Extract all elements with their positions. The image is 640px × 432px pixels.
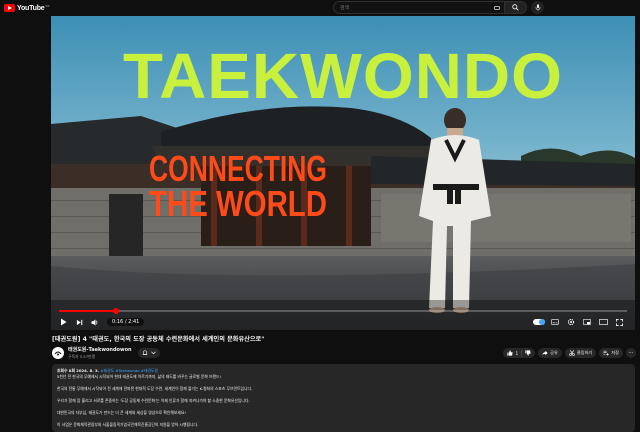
youtube-logo-icon xyxy=(4,4,15,12)
volume-button[interactable] xyxy=(89,316,101,328)
search-box[interactable] xyxy=(333,1,505,14)
divider xyxy=(521,349,523,357)
autoplay-toggle[interactable] xyxy=(533,319,545,325)
fullscreen-icon xyxy=(615,318,623,326)
channel-name[interactable]: 태권도원-Taekwondowon xyxy=(68,346,132,353)
settings-button[interactable] xyxy=(565,316,577,328)
play-button[interactable] xyxy=(57,316,69,328)
progress-bar[interactable] xyxy=(59,308,627,314)
bell-icon xyxy=(142,350,147,355)
progress-fill xyxy=(59,310,116,312)
channel-row: 태권도원-Taekwondowon 구독자 3.57만명 1 공유 클립하기 저… xyxy=(52,345,636,361)
like-dislike-group: 1 xyxy=(503,348,536,358)
search-icon xyxy=(512,4,519,11)
like-count: 1 xyxy=(515,350,519,356)
video-frame: TAEKWONDO CONNECTING THE WORLD xyxy=(51,16,635,330)
save-label: 저장 xyxy=(611,350,619,355)
channel-info: 태권도원-Taekwondowon 구독자 3.57만명 xyxy=(68,346,132,360)
play-icon xyxy=(60,318,66,326)
description-box[interactable]: 조회수 8회 2024. 8. 3. #태권도 #Taekwondo #태권도원… xyxy=(52,364,635,432)
overlay-title: TAEKWONDO xyxy=(123,40,563,112)
gear-icon xyxy=(567,318,575,326)
video-title: [태권도원] 4 "태권도, 한국의 도장 공동체 수련문화에서 세계인의 문화… xyxy=(52,336,265,343)
subscriber-count: 구독자 3.57만명 xyxy=(68,354,96,359)
video-actions: 1 공유 클립하기 저장 ⋯ xyxy=(500,348,636,358)
sidebar-collapsed xyxy=(0,16,50,432)
miniplayer-icon xyxy=(583,319,591,325)
channel-avatar[interactable] xyxy=(52,347,64,359)
more-actions-button[interactable]: ⋯ xyxy=(626,348,636,358)
overlay-subtitle-line2: THE WORLD xyxy=(149,183,327,224)
subtitles-icon xyxy=(551,319,559,325)
player-controls: 0:16 / 2:41 xyxy=(51,314,635,330)
search-bar xyxy=(333,1,544,14)
subtitles-button[interactable] xyxy=(549,316,561,328)
next-button[interactable] xyxy=(73,316,85,328)
logo-text: YouTube xyxy=(17,4,45,12)
video-player[interactable]: TAEKWONDO CONNECTING THE WORLD 0:16 / 2:… xyxy=(51,16,635,330)
time-display: 0:16 / 2:41 xyxy=(107,318,145,326)
save-button[interactable]: 저장 xyxy=(599,348,623,358)
volume-icon xyxy=(91,318,98,326)
description-line-5: 이 사업은 문화체육관광부와 서울올림픽기념국민체육진흥공단의 지원을 받아 시… xyxy=(57,422,199,427)
youtube-logo[interactable]: YouTube KR xyxy=(4,2,50,14)
clip-button[interactable]: 클립하기 xyxy=(564,348,597,358)
search-input[interactable] xyxy=(340,4,490,11)
thumbs-up-icon[interactable] xyxy=(507,350,514,356)
scissors-icon xyxy=(569,350,575,356)
theater-icon xyxy=(598,319,608,325)
hashtags[interactable]: #태권도 #Taekwondo #태권도원 xyxy=(100,368,158,373)
voice-search-button[interactable] xyxy=(531,1,544,14)
fullscreen-button[interactable] xyxy=(613,316,625,328)
theater-mode-button[interactable] xyxy=(597,316,609,328)
keyboard-icon[interactable] xyxy=(494,6,500,10)
clip-label: 클립하기 xyxy=(576,350,593,355)
channel-logo-icon xyxy=(53,348,63,358)
chevron-down-icon xyxy=(150,351,156,355)
thumbs-down-icon[interactable] xyxy=(525,350,531,356)
top-bar: YouTube KR xyxy=(0,0,640,16)
more-icon: ⋯ xyxy=(628,350,634,356)
share-icon xyxy=(542,350,548,356)
skip-next-icon xyxy=(76,319,82,325)
search-button[interactable] xyxy=(505,1,527,14)
mic-icon xyxy=(535,4,540,11)
subscribed-button[interactable] xyxy=(137,348,160,358)
miniplayer-button[interactable] xyxy=(581,316,593,328)
view-count-date: 조회수 8회 2024. 8. 3. xyxy=(57,368,100,373)
region-code: KR xyxy=(45,3,50,8)
share-button[interactable]: 공유 xyxy=(538,348,562,358)
save-playlist-icon xyxy=(603,350,610,356)
share-label: 공유 xyxy=(550,350,558,355)
